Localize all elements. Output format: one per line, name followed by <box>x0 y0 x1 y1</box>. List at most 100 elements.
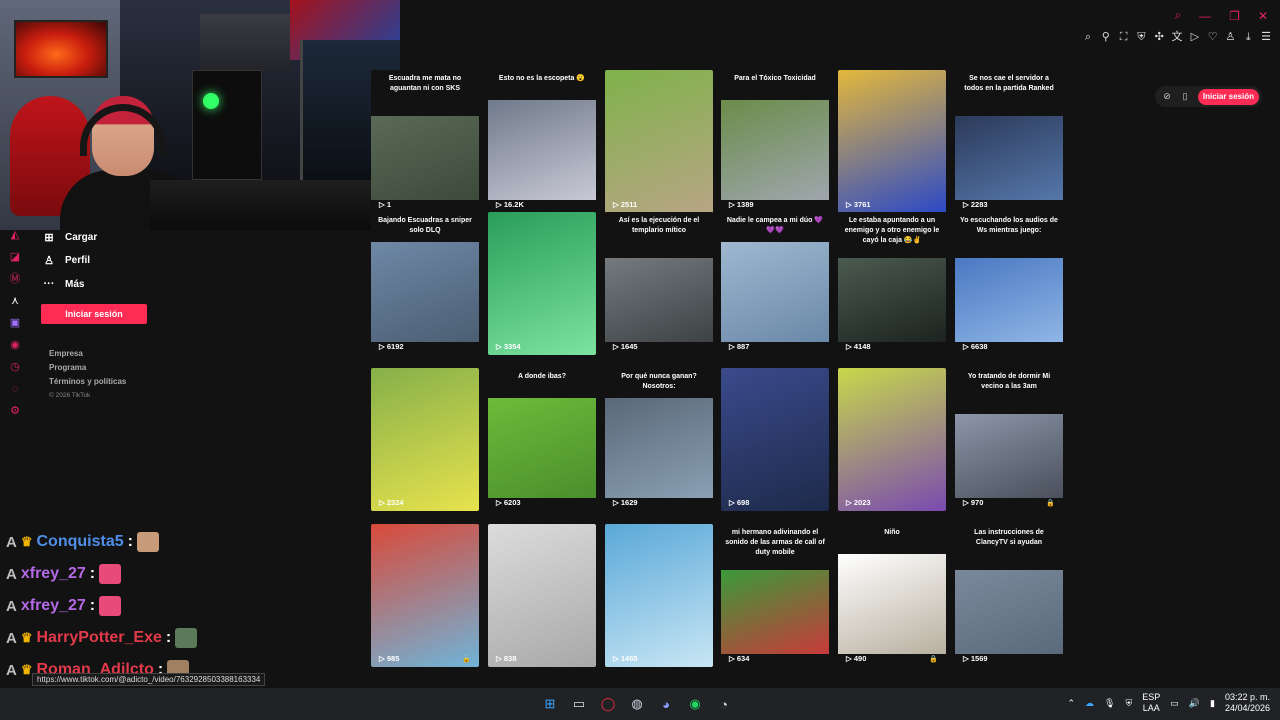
video-card[interactable]: Yo escuchando los audios de Ws mientras … <box>955 212 1063 355</box>
emote-icon <box>136 532 159 552</box>
windows-start-icon[interactable]: ⊞ <box>540 694 560 714</box>
video-card[interactable]: A donde ibas? ▷ 6203 <box>488 368 596 511</box>
video-thumbnail <box>721 100 829 200</box>
login-button-top[interactable]: Iniciar sesión <box>1197 88 1259 105</box>
chevron-up-icon[interactable]: ⌃ <box>1068 698 1076 709</box>
login-button-sidebar[interactable]: Iniciar sesión <box>41 304 147 324</box>
device-icon[interactable]: ▯ <box>1179 91 1191 102</box>
video-caption: Bajando Escuadras a sniper solo DLQ <box>378 217 472 234</box>
video-card[interactable]: Esto no es la escopeta 😮 ▷ 16.2K <box>488 70 596 213</box>
network-icon[interactable]: ▭ <box>1170 698 1179 709</box>
video-card[interactable]: Las instrucciones de ClancyTV si ayudan ▷… <box>955 524 1063 667</box>
video-thumbnail <box>838 554 946 654</box>
microphone-icon[interactable]: 🎙 <box>1104 698 1115 709</box>
steam-icon[interactable]: ◍ <box>627 694 647 714</box>
clock[interactable]: 03:22 p. m. 24/04/2026 <box>1225 692 1270 714</box>
view-count-value: 985 <box>386 654 400 663</box>
video-card[interactable]: Para el Tóxico Toxicidad ▷ 1389 <box>721 70 829 213</box>
volume-icon[interactable]: 🔊 <box>1189 698 1200 709</box>
video-thumbnail <box>605 398 713 498</box>
video-card[interactable]: Por qué nunca ganan? Nosotros: ▷ 1629 <box>605 368 713 511</box>
chat-bubble-icon[interactable]: ◌ <box>8 382 22 396</box>
instagram-icon[interactable]: ◪ <box>8 250 22 264</box>
video-card[interactable]: mi hermano adivinando el sonido de las a… <box>721 524 829 667</box>
spotify-icon[interactable]: ◉ <box>685 694 705 714</box>
view-count-value: 16.2K <box>503 200 524 209</box>
close-icon[interactable]: ✕ <box>1258 9 1268 23</box>
footer-link[interactable]: Programa <box>49 361 126 375</box>
video-card[interactable]: Yo tratando de dormir Mi vecino a las 3a… <box>955 368 1063 511</box>
chat-separator: : <box>89 565 96 582</box>
onedrive-icon[interactable]: ☁ <box>1085 698 1094 709</box>
zoom-icon[interactable]: ⌕ <box>1082 30 1094 44</box>
aria-icon[interactable]: ⋏ <box>8 294 22 308</box>
video-card[interactable]: ▷ 698 <box>721 368 829 511</box>
video-caption: Nadie le campea a mi dúo 💜💜💜 <box>726 217 824 234</box>
settings-icon[interactable]: ⚙ <box>8 404 22 418</box>
extension-icon[interactable]: ✣ <box>1153 30 1165 44</box>
view-count-value: 6203 <box>503 498 521 507</box>
translate-icon[interactable]: 文 <box>1171 30 1183 44</box>
play-count-icon: ▷ <box>846 200 854 209</box>
clock-icon[interactable]: ◷ <box>8 360 22 374</box>
nav-item-perfil[interactable]: ♙ Perfil <box>43 254 90 267</box>
footer-link[interactable]: Términos y políticas <box>49 375 126 389</box>
view-count: ▷ 6638 <box>963 342 988 351</box>
video-thumbnail <box>605 258 713 342</box>
discord-icon[interactable]: ◕ <box>656 694 676 714</box>
system-tray: ⌃ ☁ 🎙 ⛨ ESP LAA ▭ 🔊 ▮ 03:22 p. m. 24/04/… <box>1068 692 1271 714</box>
menu-icon[interactable]: ☰ <box>1260 30 1272 44</box>
video-card[interactable]: ▷ 2023 <box>838 368 946 511</box>
video-card[interactable]: Se nos cae el servidor a todos en la par… <box>955 70 1063 213</box>
language-indicator[interactable]: ESP LAA <box>1142 692 1160 714</box>
minimize-icon[interactable]: — <box>1199 9 1211 23</box>
video-card[interactable]: ▷ 2511 <box>605 70 713 213</box>
video-card[interactable]: ▷ 3354 <box>488 212 596 355</box>
obs-icon[interactable]: ◔ <box>714 694 734 714</box>
opera-icon[interactable]: ◯ <box>598 694 618 714</box>
view-count: ▷ 6192 <box>379 342 404 351</box>
nav-item-cargar[interactable]: ⊞ Cargar <box>43 231 97 244</box>
messenger-icon[interactable]: Ⓜ <box>8 272 22 286</box>
video-card[interactable]: ▷ 838 <box>488 524 596 667</box>
search-icon[interactable]: ⌕ <box>1174 8 1181 23</box>
video-card[interactable]: ▷ 2324 <box>371 368 479 511</box>
account-icon[interactable]: ♙ <box>1225 30 1237 44</box>
video-caption: Escuadra me mata no aguantan ni con SKS <box>388 75 462 92</box>
nav-item-mas[interactable]: ··· Más <box>43 278 85 290</box>
user-badge-icon: A <box>6 629 17 647</box>
footer-link[interactable]: Empresa <box>49 347 126 361</box>
video-card[interactable]: ▷ 3761 <box>838 70 946 213</box>
player-icon[interactable]: ◉ <box>8 338 22 352</box>
restore-icon[interactable]: ❐ <box>1229 9 1240 23</box>
video-card[interactable]: ▷ 985 🔒 <box>371 524 479 667</box>
play-count-icon: ▷ <box>963 654 971 663</box>
play-icon[interactable]: ▷ <box>1189 30 1201 44</box>
video-card[interactable]: Así es la ejecución de el templario míti… <box>605 212 713 355</box>
play-count-icon: ▷ <box>613 342 621 351</box>
chat-message: A ♛ Conquista5: <box>6 530 159 554</box>
screenshot-icon[interactable]: ⛶ <box>1118 30 1130 44</box>
video-card[interactable]: Niño ▷ 490 🔒 <box>838 524 946 667</box>
sidebar-extension-rail: ◭ ◪ Ⓜ ⋏ ▣ ◉ ◷ ◌ ⚙ <box>8 228 24 418</box>
shield-icon[interactable]: ⛨ <box>1136 30 1148 44</box>
download-icon[interactable]: ⤓ <box>1242 30 1254 44</box>
video-card[interactable]: Escuadra me mata no aguantan ni con SKS ▷… <box>371 70 479 213</box>
video-card[interactable]: Bajando Escuadras a sniper solo DLQ ▷ 619… <box>371 212 479 355</box>
battery-icon[interactable]: ▮ <box>1210 698 1215 709</box>
bag-icon[interactable]: ◭ <box>8 228 22 242</box>
twitch-icon[interactable]: ▣ <box>8 316 22 330</box>
bookmark-icon[interactable]: ⚲ <box>1100 30 1112 44</box>
video-caption: Por qué nunca ganan? Nosotros: <box>621 373 697 390</box>
file-explorer-icon[interactable]: ▭ <box>569 694 589 714</box>
heart-icon[interactable]: ♡ <box>1207 30 1219 44</box>
video-card[interactable]: Nadie le campea a mi dúo 💜💜💜 ▷ 887 <box>721 212 829 355</box>
taskbar-apps: ⊞ ▭ ◯ ◍ ◕ ◉ ◔ <box>540 694 734 714</box>
view-count: ▷ 3761 <box>846 200 871 209</box>
compass-icon[interactable]: ⊘ <box>1161 91 1173 102</box>
shield-tray-icon[interactable]: ⛨ <box>1125 698 1132 709</box>
user-badge-icon: A <box>6 533 17 551</box>
play-count-icon: ▷ <box>729 498 737 507</box>
video-card[interactable]: Le estaba apuntando a un enemigo y a otr… <box>838 212 946 355</box>
video-card[interactable]: ▷ 1465 <box>605 524 713 667</box>
